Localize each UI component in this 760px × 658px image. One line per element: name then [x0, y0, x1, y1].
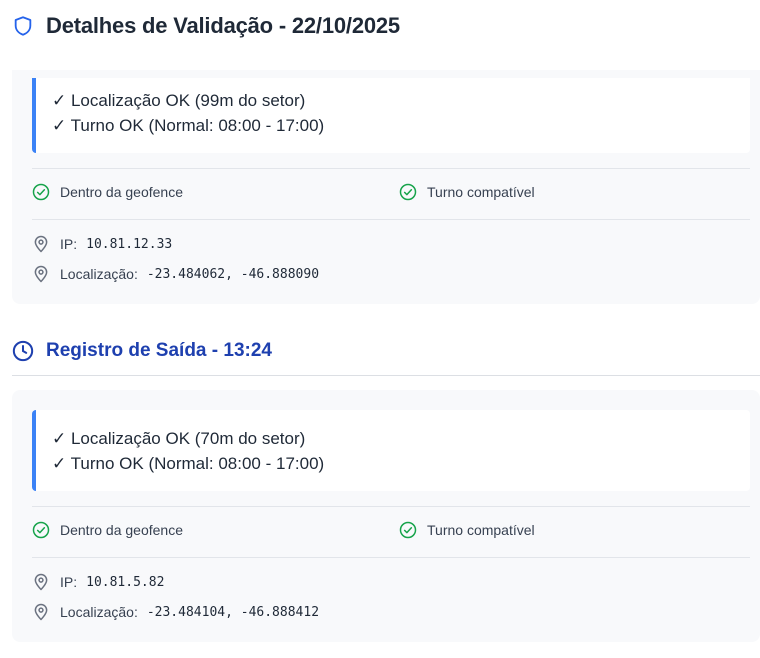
shift-message: ✓ Turno OK (Normal: 08:00 - 17:00)	[52, 454, 325, 473]
divider	[32, 506, 750, 507]
map-pin-icon	[32, 603, 50, 621]
ip-row: IP: 10.81.12.33	[32, 233, 172, 255]
shift-label: Turno compatível	[427, 184, 535, 200]
validation-message-box: ✓ Localização OK (99m do setor) ✓ Turno …	[32, 78, 750, 153]
shield-icon	[12, 15, 34, 37]
divider	[32, 557, 750, 558]
entry-validation-card: ✓ Localização OK (99m do setor) ✓ Turno …	[12, 70, 760, 304]
location-message: ✓ Localização OK (99m do setor)	[52, 91, 306, 110]
location-value: -23.484104, -46.888412	[146, 604, 320, 620]
check-circle-icon	[32, 521, 50, 539]
map-pin-icon	[32, 265, 50, 283]
checks-row: Dentro da geofence Turno compatível	[32, 521, 750, 543]
clock-icon	[12, 340, 34, 362]
location-row: Localização: -23.484104, -46.888412	[32, 601, 319, 623]
ip-label: IP:	[60, 574, 78, 590]
page-header: Detalhes de Validação - 22/10/2025	[12, 8, 400, 44]
location-row: Localização: -23.484062, -46.888090	[32, 263, 319, 285]
divider	[32, 168, 750, 169]
check-circle-icon	[32, 183, 50, 201]
exit-validation-card: ✓ Localização OK (70m do setor) ✓ Turno …	[12, 390, 760, 642]
section-divider	[12, 375, 760, 376]
shift-message: ✓ Turno OK (Normal: 08:00 - 17:00)	[52, 116, 325, 135]
check-circle-icon	[399, 183, 417, 201]
ip-label: IP:	[60, 236, 78, 252]
geofence-label: Dentro da geofence	[60, 184, 183, 200]
geofence-label: Dentro da geofence	[60, 522, 183, 538]
shift-label: Turno compatível	[427, 522, 535, 538]
geofence-check: Dentro da geofence	[32, 521, 183, 539]
shift-check: Turno compatível	[399, 183, 535, 201]
page-title: Detalhes de Validação - 22/10/2025	[46, 13, 400, 38]
ip-value: 10.81.5.82	[86, 574, 165, 590]
validation-message-box: ✓ Localização OK (70m do setor) ✓ Turno …	[32, 410, 750, 491]
shift-check: Turno compatível	[399, 521, 535, 539]
location-message: ✓ Localização OK (70m do setor)	[52, 429, 306, 448]
exit-section-header: Registro de Saída - 13:24	[12, 338, 272, 364]
exit-section-title: Registro de Saída - 13:24	[46, 340, 272, 361]
checks-row: Dentro da geofence Turno compatível	[32, 183, 750, 205]
divider	[32, 219, 750, 220]
ip-value: 10.81.12.33	[86, 236, 173, 252]
location-label: Localização:	[60, 266, 138, 282]
check-circle-icon	[399, 521, 417, 539]
map-pin-icon	[32, 573, 50, 591]
map-pin-icon	[32, 235, 50, 253]
ip-row: IP: 10.81.5.82	[32, 571, 164, 593]
location-label: Localização:	[60, 604, 138, 620]
location-value: -23.484062, -46.888090	[146, 266, 320, 282]
geofence-check: Dentro da geofence	[32, 183, 183, 201]
